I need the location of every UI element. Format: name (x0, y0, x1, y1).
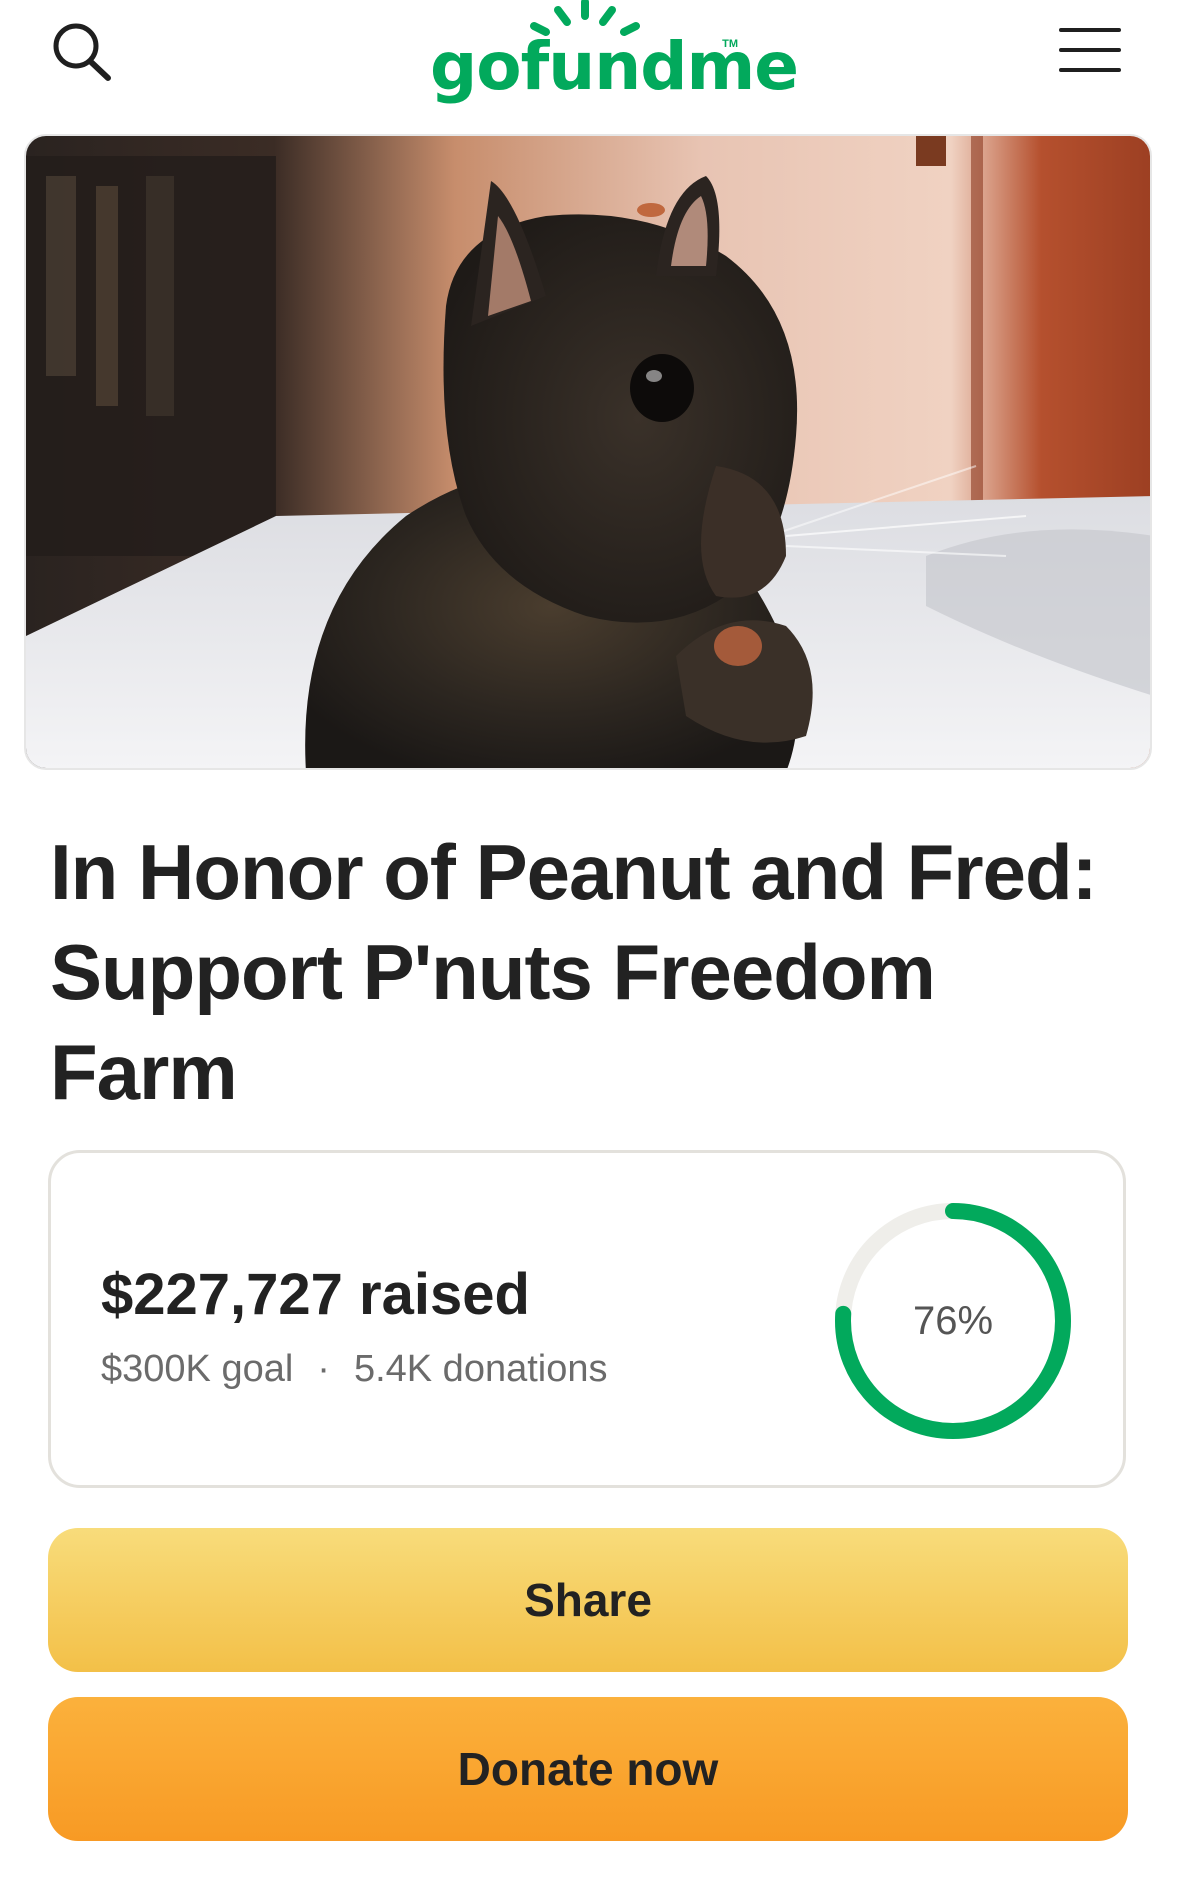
donation-count: 5.4K donations (353, 1348, 608, 1390)
search-button[interactable] (44, 16, 124, 86)
logo-wordmark: gofundme (430, 28, 799, 105)
progress-ring: 76% (833, 1201, 1073, 1441)
menu-button[interactable] (1055, 20, 1135, 80)
campaign-title: In Honor of Peanut and Fred: Support P'n… (50, 828, 1098, 1116)
share-button[interactable]: Share (48, 1528, 1128, 1672)
goal-and-donations: $300K goal · 5.4K donations (101, 1348, 607, 1391)
logo-trademark: TM (722, 38, 738, 50)
gofundme-logo[interactable]: gofundme TM (430, 0, 799, 110)
donate-button[interactable]: Donate now (48, 1697, 1128, 1841)
campaign-hero-image[interactable] (24, 134, 1152, 770)
hamburger-menu-icon (1059, 28, 1121, 72)
separator-dot: · (317, 1348, 330, 1390)
amount-raised: $227,727 raised (101, 1262, 530, 1327)
squirrel-photo (26, 136, 1150, 768)
search-icon (53, 23, 111, 81)
goal-amount: $300K goal (101, 1348, 294, 1390)
top-navigation-bar: gofundme TM (0, 0, 1179, 120)
progress-percent: 76% (912, 1299, 994, 1343)
fundraising-progress-card: $227,727 raised $300K goal · 5.4K donation… (48, 1150, 1126, 1488)
